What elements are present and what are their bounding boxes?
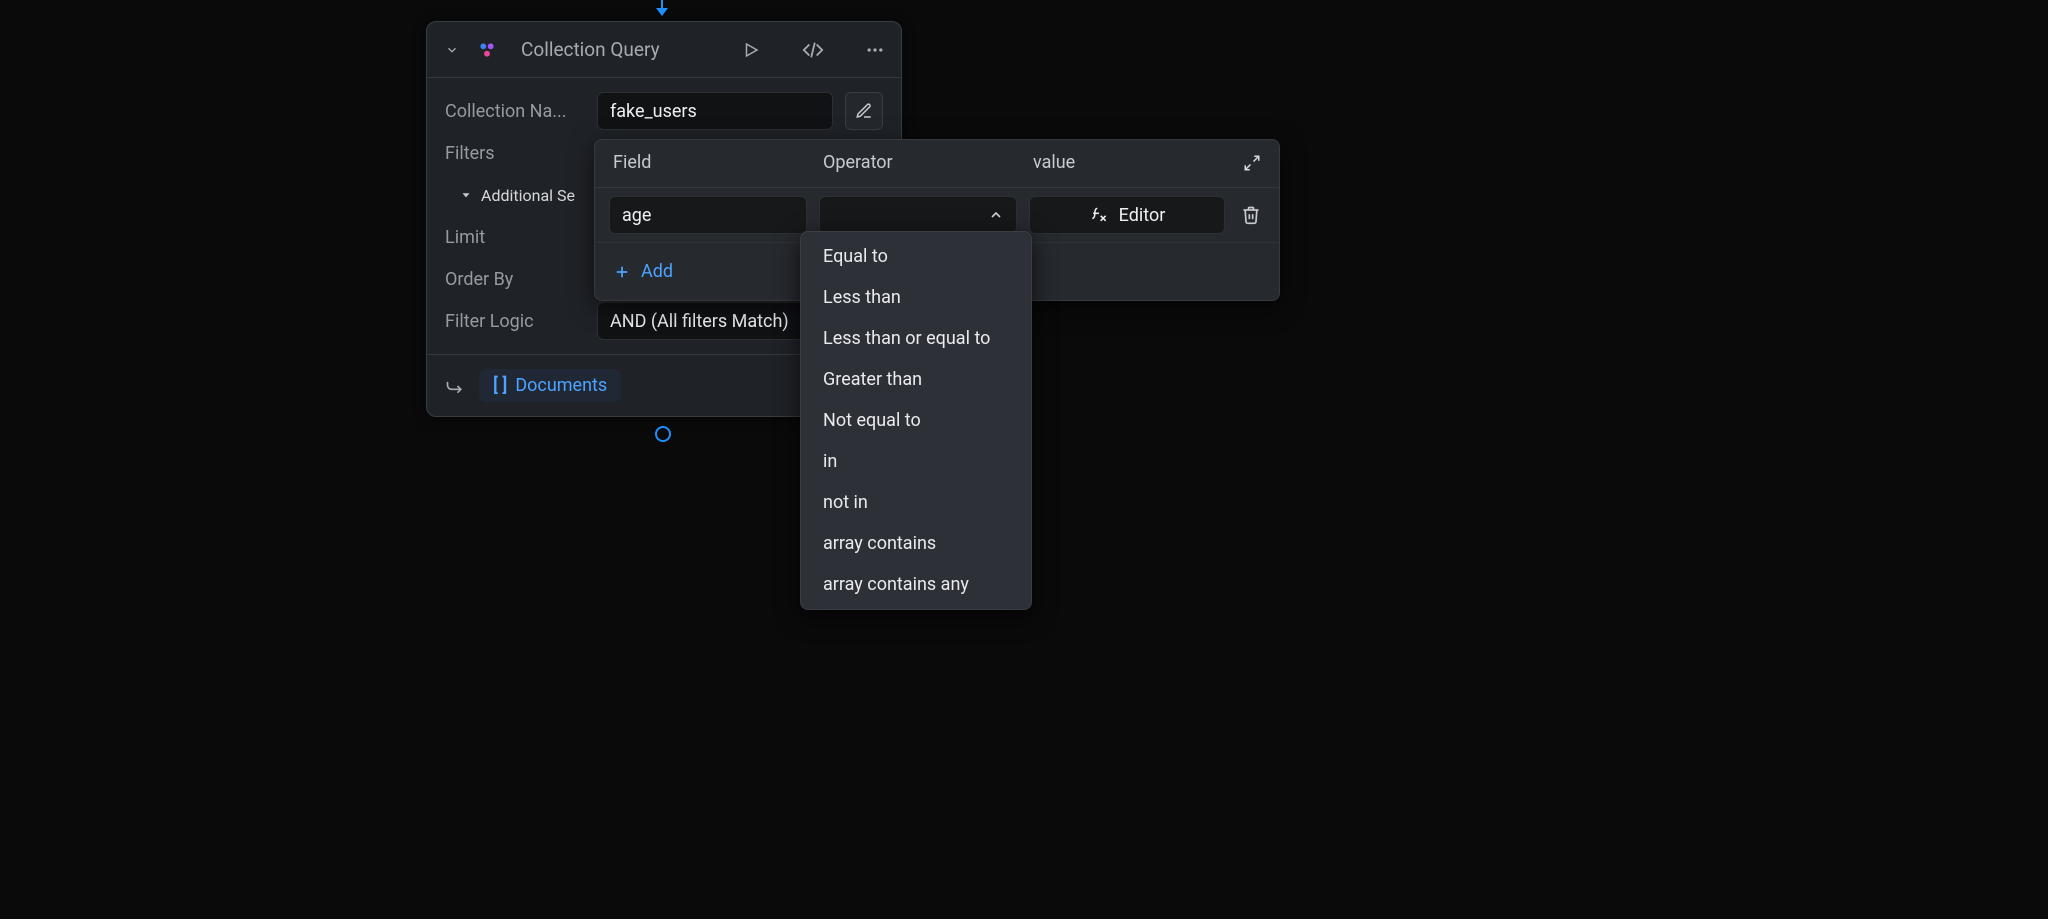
documents-output-pill[interactable]: [ ] Documents — [479, 369, 621, 402]
operator-option[interactable]: array contains any — [801, 564, 1031, 605]
plus-icon — [613, 263, 631, 281]
operator-dropdown: Equal toLess thanLess than or equal toGr… — [800, 231, 1032, 610]
pencil-icon — [855, 102, 873, 120]
app-logo-icon — [476, 39, 498, 61]
fx-icon — [1089, 205, 1109, 225]
node-title: Collection Query — [511, 38, 727, 61]
output-handle[interactable] — [655, 426, 671, 442]
filters-header-operator: Operator — [823, 152, 1033, 173]
filters-header-value: value — [1033, 152, 1243, 173]
caret-down-icon — [459, 188, 473, 202]
node-header: Collection Query — [427, 22, 901, 78]
filters-label: Filters — [445, 143, 495, 164]
brackets-icon: [ ] — [493, 375, 507, 396]
filter-operator-select[interactable] — [819, 196, 1017, 234]
delete-filter-button[interactable] — [1237, 205, 1265, 225]
operator-option[interactable]: Equal to — [801, 236, 1031, 277]
limit-label: Limit — [445, 227, 585, 248]
output-arrow-icon — [445, 376, 465, 396]
additional-settings-label: Additional Se — [481, 186, 575, 205]
operator-option[interactable]: Greater than — [801, 359, 1031, 400]
code-icon — [802, 39, 824, 61]
add-filter-label: Add — [641, 261, 673, 282]
collapse-toggle[interactable] — [441, 43, 463, 57]
filter-logic-label: Filter Logic — [445, 311, 585, 332]
node-type-icon — [475, 39, 499, 61]
filters-popover-header: Field Operator value — [595, 140, 1279, 188]
operator-option[interactable]: array contains — [801, 523, 1031, 564]
editor-label: Editor — [1119, 205, 1166, 226]
filters-header-field: Field — [613, 152, 823, 173]
edit-collection-name-button[interactable] — [845, 92, 883, 130]
filter-field-value: age — [622, 205, 651, 226]
operator-option[interactable]: Not equal to — [801, 400, 1031, 441]
filter-value-editor-button[interactable]: Editor — [1029, 196, 1225, 234]
chevron-up-icon — [988, 207, 1004, 223]
expand-filters-button[interactable] — [1243, 154, 1261, 172]
operator-option[interactable]: Less than — [801, 277, 1031, 318]
play-icon — [742, 41, 760, 59]
more-button[interactable] — [863, 40, 887, 60]
more-horizontal-icon — [865, 40, 885, 60]
collection-name-input[interactable]: fake_users — [597, 92, 833, 130]
incoming-edge-handle[interactable] — [661, 0, 663, 12]
collection-name-value: fake_users — [610, 101, 697, 122]
collection-name-label: Collection Na... — [445, 101, 585, 122]
operator-option[interactable]: not in — [801, 482, 1031, 523]
operator-option[interactable]: in — [801, 441, 1031, 482]
chevron-down-icon — [445, 43, 459, 57]
code-button[interactable] — [801, 39, 825, 61]
order-by-label: Order By — [445, 269, 585, 290]
filter-field-input[interactable]: age — [609, 196, 807, 234]
run-button[interactable] — [739, 41, 763, 59]
expand-icon — [1243, 154, 1261, 172]
trash-icon — [1241, 205, 1261, 225]
operator-option[interactable]: Less than or equal to — [801, 318, 1031, 359]
filter-logic-value: AND (All filters Match) — [610, 311, 789, 332]
documents-label: Documents — [515, 375, 607, 396]
